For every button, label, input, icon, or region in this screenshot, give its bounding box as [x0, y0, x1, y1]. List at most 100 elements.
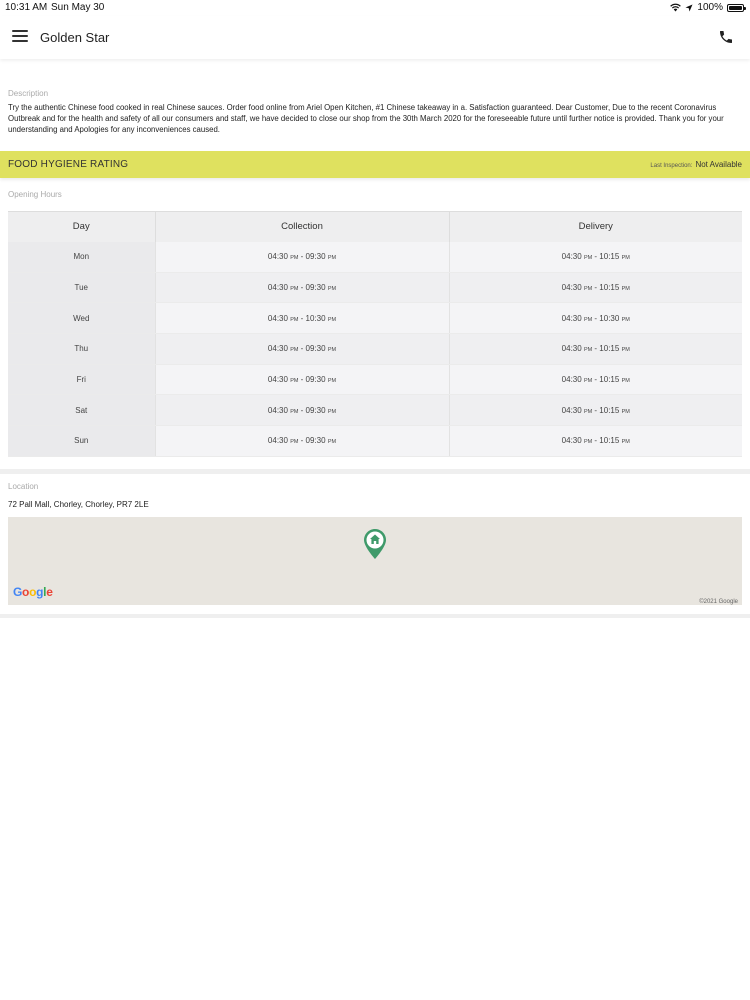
close-time: 09:30: [305, 436, 326, 446]
delivery-hours: 04:30 PM - 10:15 PM: [449, 272, 742, 304]
table-row: Thu 04:30 PM - 09:30 PM 04:30 PM - 10:15 P…: [8, 333, 742, 365]
map-copyright: ©2021 Google: [699, 599, 738, 605]
close-time: 10:15: [599, 252, 620, 262]
last-inspection: Last Inspection: Not Available: [650, 160, 742, 169]
collection-hours: 04:30 PM - 10:30 PM: [155, 302, 450, 335]
day-cell: Sat: [8, 394, 156, 427]
pm-marker: PM: [327, 378, 337, 385]
day-name: Thu: [74, 344, 89, 354]
table-header-row: Day Collection Delivery: [8, 211, 742, 242]
location-address: 72 Pall Mall, Chorley, Chorley, PR7 2LE: [8, 500, 149, 509]
day-name: Tue: [74, 283, 89, 293]
opening-hours-table: Day Collection Delivery Mon 04:30 PM - 09…: [8, 211, 742, 457]
collection-hours: 04:30 PM - 09:30 PM: [155, 272, 450, 304]
collection-hours: 04:30 PM - 09:30 PM: [155, 241, 450, 273]
open-time: 04:30: [267, 375, 288, 385]
pm-marker: PM: [583, 439, 593, 446]
status-date: Sun May 30: [51, 2, 105, 13]
section-divider: [0, 614, 750, 618]
close-time: 10:30: [599, 313, 620, 323]
open-time: 04:30: [267, 283, 288, 293]
battery-percent: 100%: [697, 2, 723, 13]
pm-marker: PM: [327, 255, 337, 262]
open-time: 04:30: [267, 252, 288, 262]
close-time: 09:30: [305, 252, 326, 262]
day-cell: Mon: [8, 241, 156, 273]
app-header: Golden Star: [0, 16, 750, 59]
pm-marker: PM: [621, 316, 630, 323]
day-cell: Thu: [8, 333, 156, 365]
google-logo: Google: [13, 585, 53, 599]
header-collection: Collection: [155, 211, 450, 242]
status-time: 10:31 AM: [5, 2, 48, 13]
section-divider: [0, 469, 750, 474]
open-time: 04:30: [267, 436, 288, 446]
close-time: 10:30: [305, 313, 326, 323]
day-cell: Tue: [8, 272, 156, 304]
last-inspection-label: Last Inspection:: [650, 163, 693, 169]
open-time: 04:30: [561, 436, 582, 446]
table-row: Fri 04:30 PM - 09:30 PM 04:30 PM - 10:15 P…: [8, 364, 742, 396]
close-time: 09:30: [305, 375, 326, 385]
delivery-hours: 04:30 PM - 10:30 PM: [449, 302, 742, 335]
day-cell: Sun: [8, 425, 156, 457]
pm-marker: PM: [621, 286, 630, 293]
close-time: 09:30: [305, 344, 326, 354]
pm-marker: PM: [621, 347, 630, 354]
delivery-hours: 04:30 PM - 10:15 PM: [449, 364, 742, 396]
close-time: 10:15: [599, 375, 620, 385]
day-name: Wed: [73, 313, 90, 323]
pm-marker: PM: [327, 286, 337, 293]
pm-marker: PM: [621, 255, 630, 262]
description-label: Description: [8, 89, 49, 98]
delivery-hours: 04:30 PM - 10:15 PM: [449, 241, 742, 273]
day-name: Mon: [73, 252, 90, 262]
description-text: Try the authentic Chinese food cooked in…: [8, 103, 724, 134]
open-time: 04:30: [561, 344, 582, 354]
collection-hours: 04:30 PM - 09:30 PM: [155, 333, 450, 365]
phone-icon[interactable]: [718, 29, 734, 45]
day-cell: Fri: [8, 364, 156, 396]
table-row: Sat 04:30 PM - 09:30 PM 04:30 PM - 10:15 P…: [8, 394, 742, 427]
close-time: 10:15: [599, 405, 620, 415]
pm-marker: PM: [621, 439, 630, 446]
page-title: Golden Star: [40, 30, 110, 45]
close-time: 09:30: [305, 405, 326, 415]
pm-marker: PM: [621, 408, 630, 415]
pm-marker: PM: [327, 316, 337, 323]
delivery-hours: 04:30 PM - 10:15 PM: [449, 394, 742, 427]
open-time: 04:30: [561, 252, 582, 262]
menu-icon[interactable]: [12, 30, 28, 44]
close-time: 10:15: [599, 436, 620, 446]
status-bar: 10:31 AM Sun May 30 100%: [0, 0, 750, 16]
open-time: 04:30: [267, 313, 288, 323]
delivery-hours: 04:30 PM - 10:15 PM: [449, 333, 742, 365]
table-row: Mon 04:30 PM - 09:30 PM 04:30 PM - 10:15 P…: [8, 241, 742, 273]
last-inspection-value: Not Available: [695, 160, 742, 169]
pm-marker: PM: [583, 347, 593, 354]
day-cell: Wed: [8, 302, 156, 335]
pm-marker: PM: [327, 347, 337, 354]
pm-marker: PM: [583, 255, 593, 262]
food-hygiene-bar: FOOD HYGIENE RATING Last Inspection: Not …: [0, 151, 750, 178]
pm-marker: PM: [583, 408, 593, 415]
open-time: 04:30: [267, 405, 288, 415]
open-time: 04:30: [561, 283, 582, 293]
open-time: 04:30: [561, 313, 582, 323]
header-delivery: Delivery: [449, 211, 742, 242]
collection-hours: 04:30 PM - 09:30 PM: [155, 394, 450, 427]
delivery-hours: 04:30 PM - 10:15 PM: [449, 425, 742, 457]
open-time: 04:30: [561, 375, 582, 385]
pm-marker: PM: [583, 286, 593, 293]
map-pin-icon[interactable]: [363, 528, 387, 560]
collection-hours: 04:30 PM - 09:30 PM: [155, 364, 450, 396]
table-row: Sun 04:30 PM - 09:30 PM 04:30 PM - 10:15 P…: [8, 425, 742, 457]
pm-marker: PM: [327, 439, 337, 446]
close-time: 10:15: [599, 344, 620, 354]
pm-marker: PM: [621, 378, 630, 385]
location-map[interactable]: Google ©2021 Google: [8, 517, 742, 605]
pm-marker: PM: [327, 408, 337, 415]
pm-marker: PM: [583, 316, 593, 323]
day-name: Sat: [75, 405, 88, 415]
collection-hours: 04:30 PM - 09:30 PM: [155, 425, 450, 457]
